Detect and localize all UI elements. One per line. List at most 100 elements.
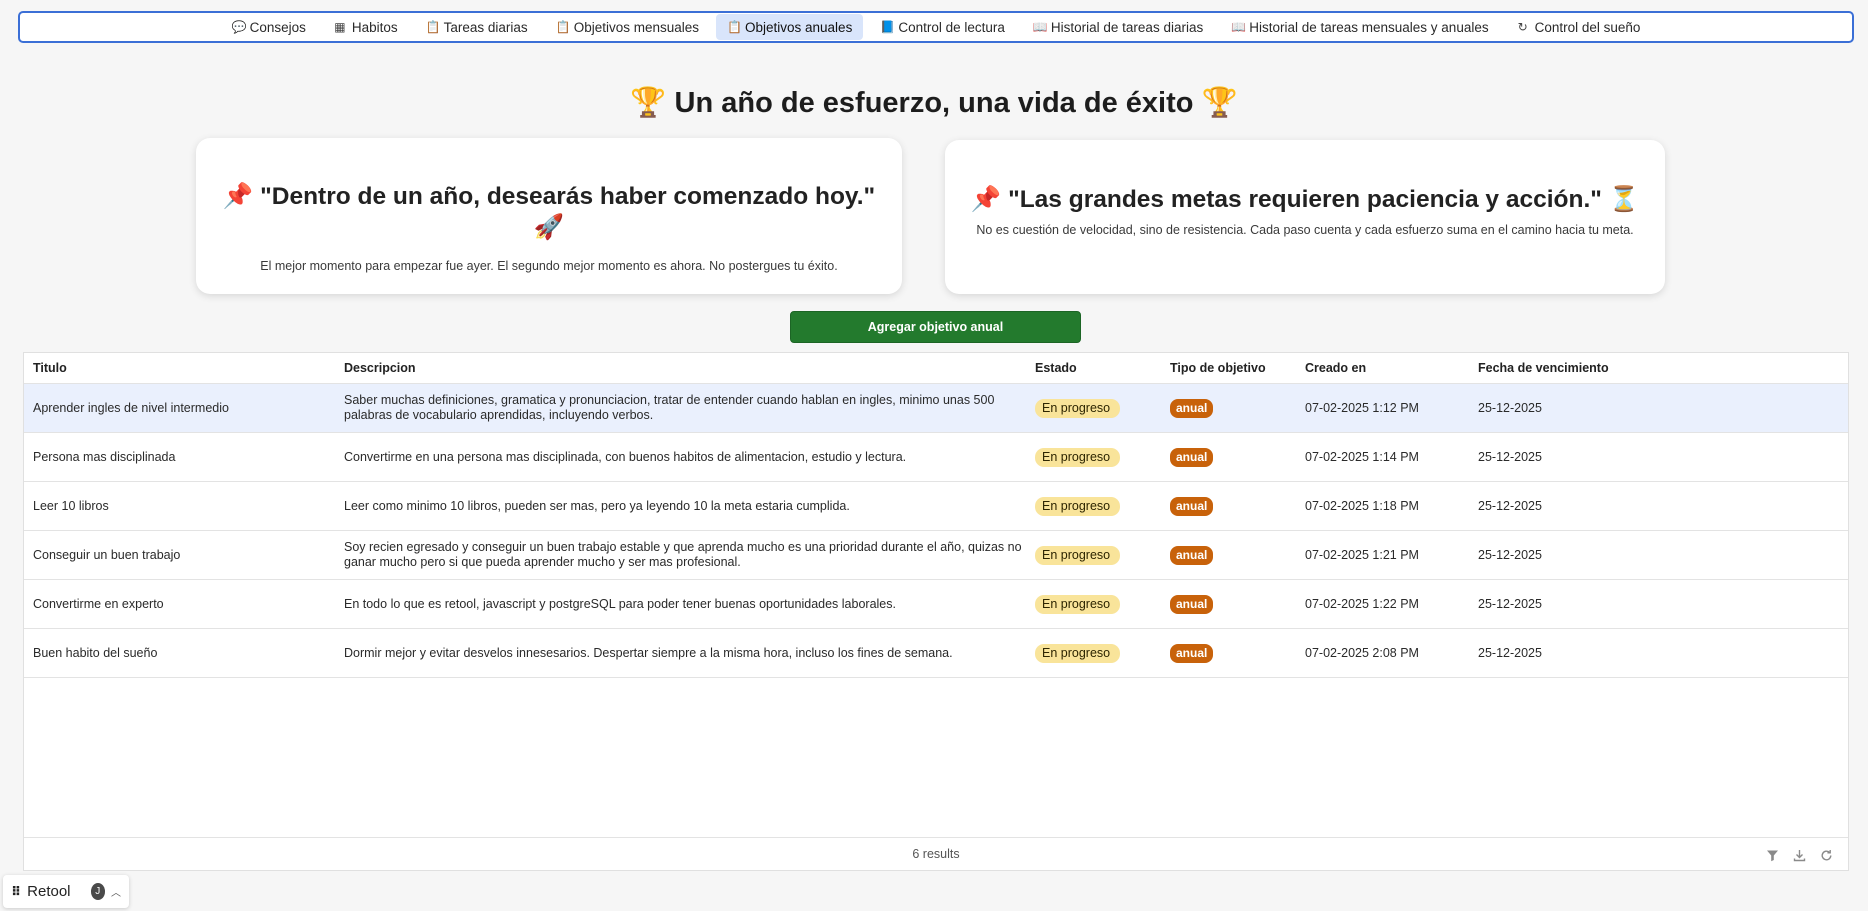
tab-objetivos-anuales[interactable]: 📋 Objetivos anuales — [716, 14, 864, 40]
type-badge: anual — [1170, 594, 1214, 614]
quote-card-2-title: 📌 "Las grandes metas requieren paciencia… — [970, 186, 1640, 213]
table-header: Titulo Descripcion Estado Tipo de objeti… — [24, 353, 1848, 384]
type-badge: anual — [1170, 398, 1214, 418]
cell-creado: 07-02-2025 1:22 PM — [1305, 596, 1419, 611]
quote-card-1-subtitle: El mejor momento para empezar fue ayer. … — [260, 259, 838, 273]
column-header-creado[interactable]: Creado en — [1305, 353, 1366, 384]
tab-control-de-lectura[interactable]: 📘 Control de lectura — [869, 14, 1016, 40]
table-cell[interactable]: 07-02-2025 1:12 PM — [1305, 384, 1465, 432]
goals-table: Titulo Descripcion Estado Tipo de objeti… — [23, 352, 1849, 871]
cell-titulo: Aprender ingles de nivel intermedio — [33, 400, 229, 415]
table-cell[interactable]: Aprender ingles de nivel intermedio — [33, 384, 333, 432]
table-cell[interactable]: 25-12-2025 — [1478, 531, 1638, 579]
status-badge: En progreso — [1035, 447, 1120, 467]
column-header-descripcion[interactable]: Descripcion — [344, 353, 416, 384]
table-cell[interactable]: 25-12-2025 — [1478, 384, 1638, 432]
table-cell[interactable]: Leer como minimo 10 libros, pueden ser m… — [344, 482, 1044, 530]
cell-descripcion: Convertirme en una persona mas disciplin… — [344, 449, 907, 464]
refresh-icon[interactable] — [1818, 847, 1834, 863]
quote-card-2-subtitle: No es cuestión de velocidad, sino de res… — [976, 223, 1634, 237]
tab-control-del-sueño[interactable]: ↻ Control del sueño — [1506, 14, 1652, 40]
status-badge: En progreso — [1035, 545, 1120, 565]
column-header-vencimiento[interactable]: Fecha de vencimiento — [1478, 353, 1609, 384]
cell-titulo: Persona mas disciplinada — [33, 449, 176, 464]
column-header-titulo[interactable]: Titulo — [33, 353, 67, 384]
tab-label: Historial de tareas mensuales y anuales — [1249, 19, 1489, 35]
table-cell[interactable]: Persona mas disciplinada — [33, 433, 333, 481]
retool-badge[interactable]: ⠿ Retool J ︿ — [3, 875, 129, 908]
cell-vencimiento: 25-12-2025 — [1478, 547, 1542, 562]
tab-historial-de-tareas-diarias[interactable]: 📖 Historial de tareas diarias — [1022, 14, 1214, 40]
tab-historial-de-tareas-mensuales-y-anuales[interactable]: 📖 Historial de tareas mensuales y anuales — [1220, 14, 1499, 40]
table-cell[interactable]: anual — [1170, 531, 1290, 579]
table-cell[interactable]: En todo lo que es retool, javascript y p… — [344, 580, 1044, 628]
cell-vencimiento: 25-12-2025 — [1478, 449, 1542, 464]
table-row[interactable]: Persona mas disciplinada Convertirme en u… — [24, 433, 1848, 482]
table-row[interactable]: Buen habito del sueño Dormir mejor y evit… — [24, 629, 1848, 678]
column-header-estado[interactable]: Estado — [1035, 353, 1077, 384]
table-cell[interactable]: Saber muchas definiciones, gramatica y p… — [344, 384, 1044, 432]
table-cell[interactable]: 07-02-2025 1:18 PM — [1305, 482, 1465, 530]
quote-card-2: 📌 "Las grandes metas requieren paciencia… — [945, 140, 1665, 294]
table-cell[interactable]: 07-02-2025 1:14 PM — [1305, 433, 1465, 481]
table-cell[interactable]: 25-12-2025 — [1478, 482, 1638, 530]
table-cell[interactable]: Dormir mejor y evitar desvelos innesesar… — [344, 629, 1044, 677]
cell-titulo: Conseguir un buen trabajo — [33, 547, 181, 562]
table-cell[interactable]: 25-12-2025 — [1478, 433, 1638, 481]
table-row[interactable]: Leer 10 libros Leer como minimo 10 libros… — [24, 482, 1848, 531]
table-row[interactable]: Aprender ingles de nivel intermedio Saber… — [24, 384, 1848, 433]
tab-label: Habitos — [351, 19, 398, 35]
table-cell[interactable]: 07-02-2025 2:08 PM — [1305, 629, 1465, 677]
page-title: 🏆 Un año de esfuerzo, una vida de éxito … — [630, 87, 1238, 119]
table-cell[interactable]: anual — [1170, 433, 1290, 481]
cell-titulo: Convertirme en experto — [33, 596, 164, 611]
table-cell[interactable]: anual — [1170, 384, 1290, 432]
table-cell[interactable]: 25-12-2025 — [1478, 629, 1638, 677]
add-annual-goal-button[interactable]: Agregar objetivo anual — [790, 311, 1081, 343]
tab-objetivos-mensuales[interactable]: 📋 Objetivos mensuales — [545, 14, 710, 40]
table-cell[interactable]: 07-02-2025 1:21 PM — [1305, 531, 1465, 579]
status-badge: En progreso — [1035, 643, 1120, 663]
cell-creado: 07-02-2025 1:18 PM — [1305, 498, 1419, 513]
table-cell[interactable]: anual — [1170, 580, 1290, 628]
cell-vencimiento: 25-12-2025 — [1478, 498, 1542, 513]
quote-card-1: 📌 "Dentro de un año, desearás haber come… — [196, 138, 902, 294]
filter-icon[interactable] — [1764, 847, 1780, 863]
table-cell[interactable]: En progreso — [1035, 531, 1155, 579]
calendar-icon: ▦ — [334, 20, 346, 34]
table-row[interactable]: Conseguir un buen trabajo Soy recien egre… — [24, 531, 1848, 580]
table-cell[interactable]: En progreso — [1035, 629, 1155, 677]
tab-tareas-diarias[interactable]: 📋 Tareas diarias — [415, 14, 539, 40]
table-row[interactable]: Convertirme en experto En todo lo que es … — [24, 580, 1848, 629]
table-footer: 6 results — [24, 837, 1848, 870]
avatar[interactable]: J — [90, 883, 105, 900]
table-cell[interactable]: anual — [1170, 482, 1290, 530]
table-cell[interactable]: 07-02-2025 1:22 PM — [1305, 580, 1465, 628]
table-cell[interactable]: En progreso — [1035, 433, 1155, 481]
cell-descripcion: Soy recien egresado y conseguir un buen … — [344, 540, 1022, 569]
table-cell[interactable]: Conseguir un buen trabajo — [33, 531, 333, 579]
table-cell[interactable]: En progreso — [1035, 482, 1155, 530]
cell-creado: 07-02-2025 1:12 PM — [1305, 400, 1419, 415]
status-badge: En progreso — [1035, 496, 1120, 516]
table-cell[interactable]: 25-12-2025 — [1478, 580, 1638, 628]
chevron-up-icon[interactable]: ︿ — [111, 884, 121, 899]
tab-consejos[interactable]: 💬 Consejos — [221, 14, 317, 40]
table-cell[interactable]: En progreso — [1035, 384, 1155, 432]
cell-vencimiento: 25-12-2025 — [1478, 645, 1542, 660]
cell-creado: 07-02-2025 2:08 PM — [1305, 645, 1419, 660]
table-cell[interactable]: Soy recien egresado y conseguir un buen … — [344, 531, 1044, 579]
column-header-tipo[interactable]: Tipo de objetivo — [1170, 353, 1266, 384]
table-cell[interactable]: En progreso — [1035, 580, 1155, 628]
status-badge: En progreso — [1035, 398, 1120, 418]
tab-habitos[interactable]: ▦ Habitos — [323, 14, 409, 40]
table-cell[interactable]: Convertirme en experto — [33, 580, 333, 628]
download-icon[interactable] — [1791, 847, 1807, 863]
table-cell[interactable]: anual — [1170, 629, 1290, 677]
table-cell[interactable]: Leer 10 libros — [33, 482, 333, 530]
tab-label: Consejos — [249, 19, 306, 35]
table-cell[interactable]: Buen habito del sueño — [33, 629, 333, 677]
table-cell[interactable]: Convertirme en una persona mas disciplin… — [344, 433, 1044, 481]
type-badge: anual — [1170, 643, 1214, 663]
tab-label: Objetivos mensuales — [573, 19, 699, 35]
